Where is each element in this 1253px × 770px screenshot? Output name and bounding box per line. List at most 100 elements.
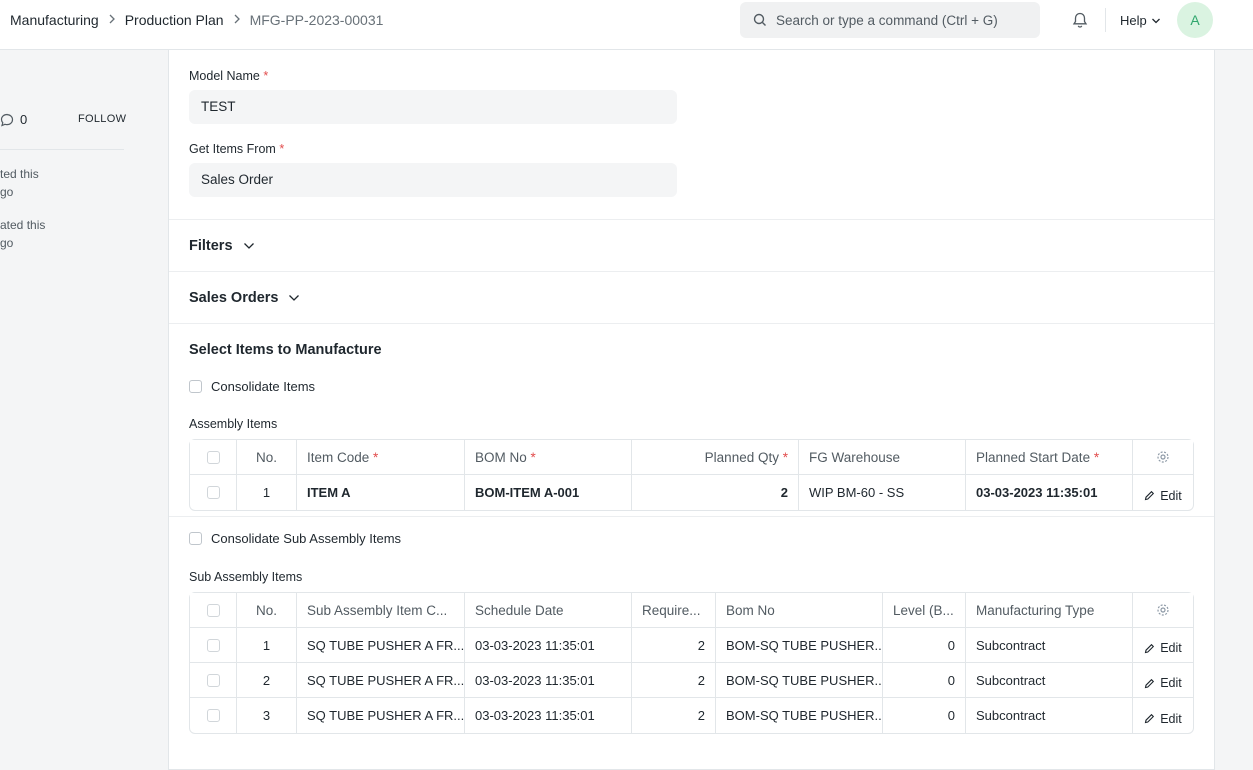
cell-schedule-date[interactable]: 03-03-2023 11:35:01 <box>465 628 632 662</box>
cell-bom-no[interactable]: BOM-SQ TUBE PUSHER... <box>716 698 883 733</box>
section-divider <box>169 516 1214 517</box>
search-input[interactable]: Search or type a command (Ctrl + G) <box>740 2 1040 38</box>
navbar-divider <box>1105 8 1106 32</box>
cell-no: 1 <box>237 475 297 510</box>
select-all-checkbox-cell[interactable] <box>190 593 237 627</box>
cell-schedule-date[interactable]: 03-03-2023 11:35:01 <box>465 698 632 733</box>
notifications-bell-icon[interactable] <box>1071 11 1089 34</box>
consolidate-sub-assembly-checkbox[interactable]: Consolidate Sub Assembly Items <box>189 531 401 546</box>
sidebar-divider <box>0 149 124 150</box>
cell-sub-assembly-item[interactable]: SQ TUBE PUSHER A FR... <box>297 663 465 697</box>
section-divider <box>169 219 1214 220</box>
filters-section-title: Filters <box>189 238 233 254</box>
cell-manufacturing-type[interactable]: Subcontract <box>966 663 1133 697</box>
checkbox[interactable] <box>206 673 220 687</box>
edit-row-button[interactable]: Edit <box>1133 698 1193 733</box>
table-row[interactable]: 2 SQ TUBE PUSHER A FR... 03-03-2023 11:3… <box>190 663 1193 698</box>
edit-link[interactable]: Edit <box>1144 641 1182 655</box>
activity-time: go <box>0 236 14 250</box>
avatar[interactable]: A <box>1177 2 1213 38</box>
activity-time: go <box>0 185 14 199</box>
table-row[interactable]: 3 SQ TUBE PUSHER A FR... 03-03-2023 11:3… <box>190 698 1193 733</box>
select-all-checkbox-cell[interactable] <box>190 440 237 474</box>
col-planned-start: Planned Start Date * <box>966 440 1133 474</box>
required-marker: * <box>530 449 536 465</box>
get-items-from-field[interactable]: Sales Order <box>189 163 677 197</box>
cell-planned-qty[interactable]: 2 <box>632 475 799 510</box>
col-planned-qty-text: Planned Qty <box>704 449 779 465</box>
cell-sub-assembly-item[interactable]: SQ TUBE PUSHER A FR... <box>297 698 465 733</box>
cell-level[interactable]: 0 <box>883 663 966 697</box>
cell-manufacturing-type[interactable]: Subcontract <box>966 628 1133 662</box>
chevron-down-icon <box>1151 18 1160 23</box>
required-marker: * <box>1093 449 1100 465</box>
comment-count[interactable]: 0 <box>0 112 27 127</box>
assembly-items-label: Assembly Items <box>189 417 278 431</box>
cell-required-qty[interactable]: 2 <box>632 663 716 697</box>
cell-manufacturing-type[interactable]: Subcontract <box>966 698 1133 733</box>
breadcrumb-doc[interactable]: MFG-PP-2023-00031 <box>250 12 384 28</box>
sales-orders-section-toggle[interactable]: Sales Orders <box>189 290 300 306</box>
breadcrumb-doctype[interactable]: Production Plan <box>125 12 224 28</box>
cell-required-qty[interactable]: 2 <box>632 628 716 662</box>
navbar: Manufacturing Production Plan MFG-PP-202… <box>0 0 1253 50</box>
col-fg-warehouse: FG Warehouse <box>799 440 966 474</box>
cell-schedule-date[interactable]: 03-03-2023 11:35:01 <box>465 663 632 697</box>
table-row[interactable]: 1 ITEM A BOM-ITEM A-001 2 WIP BM-60 - SS… <box>190 475 1193 510</box>
pencil-icon <box>1144 678 1155 688</box>
required-marker: * <box>279 142 285 156</box>
sales-orders-section-title: Sales Orders <box>189 290 279 306</box>
checkbox[interactable] <box>206 638 220 652</box>
row-checkbox-cell[interactable] <box>190 628 237 662</box>
checkbox[interactable] <box>206 486 220 499</box>
assembly-items-table: No. Item Code * BOM No * Planned Qty * F… <box>189 439 1194 511</box>
gear-icon[interactable] <box>1156 603 1170 617</box>
edit-row-button[interactable]: Edit <box>1133 475 1193 510</box>
edit-row-button[interactable]: Edit <box>1133 663 1193 697</box>
checkbox[interactable] <box>206 709 220 722</box>
sub-assembly-items-label: Sub Assembly Items <box>189 570 303 584</box>
form-card: Model Name * TEST Get Items From * Sales… <box>168 50 1215 770</box>
cell-bom-no[interactable]: BOM-ITEM A-001 <box>465 475 632 510</box>
checkbox[interactable] <box>189 532 202 545</box>
consolidate-items-checkbox[interactable]: Consolidate Items <box>189 379 315 394</box>
activity-item: ated this go <box>0 216 45 252</box>
cell-level[interactable]: 0 <box>883 628 966 662</box>
checkbox[interactable] <box>189 380 202 393</box>
edit-link[interactable]: Edit <box>1144 489 1182 503</box>
comment-count-value: 0 <box>20 112 28 127</box>
col-bom-no: Bom No <box>716 593 883 627</box>
col-bom-no: BOM No * <box>465 440 632 474</box>
checkbox[interactable] <box>206 603 220 617</box>
column-settings[interactable] <box>1133 440 1193 474</box>
cell-bom-no[interactable]: BOM-SQ TUBE PUSHER... <box>716 663 883 697</box>
cell-required-qty[interactable]: 2 <box>632 698 716 733</box>
col-manufacturing-type: Manufacturing Type <box>966 593 1133 627</box>
col-required-qty: Require... <box>632 593 716 627</box>
required-marker: * <box>263 69 269 83</box>
cell-planned-start[interactable]: 03-03-2023 11:35:01 <box>966 475 1133 510</box>
column-settings[interactable] <box>1133 593 1193 627</box>
row-checkbox-cell[interactable] <box>190 475 237 510</box>
checkbox[interactable] <box>206 450 220 464</box>
edit-link[interactable]: Edit <box>1144 676 1182 690</box>
section-divider <box>169 271 1214 272</box>
gear-icon[interactable] <box>1156 450 1170 464</box>
edit-row-button[interactable]: Edit <box>1133 628 1193 662</box>
cell-level[interactable]: 0 <box>883 698 966 733</box>
table-row[interactable]: 1 SQ TUBE PUSHER A FR... 03-03-2023 11:3… <box>190 628 1193 663</box>
col-bom-no-text: BOM No <box>475 449 527 465</box>
cell-sub-assembly-item[interactable]: SQ TUBE PUSHER A FR... <box>297 628 465 662</box>
edit-link[interactable]: Edit <box>1144 712 1182 726</box>
row-checkbox-cell[interactable] <box>190 698 237 733</box>
row-checkbox-cell[interactable] <box>190 663 237 697</box>
cell-item-code[interactable]: ITEM A <box>297 475 465 510</box>
follow-button[interactable]: FOLLOW <box>78 113 126 125</box>
model-name-field[interactable]: TEST <box>189 90 677 124</box>
help-dropdown[interactable]: Help <box>1120 13 1161 28</box>
filters-section-toggle[interactable]: Filters <box>189 238 255 254</box>
breadcrumb: Manufacturing Production Plan MFG-PP-202… <box>10 12 383 28</box>
breadcrumb-module[interactable]: Manufacturing <box>10 12 99 28</box>
cell-bom-no[interactable]: BOM-SQ TUBE PUSHER... <box>716 628 883 662</box>
cell-fg-warehouse[interactable]: WIP BM-60 - SS <box>799 475 966 510</box>
